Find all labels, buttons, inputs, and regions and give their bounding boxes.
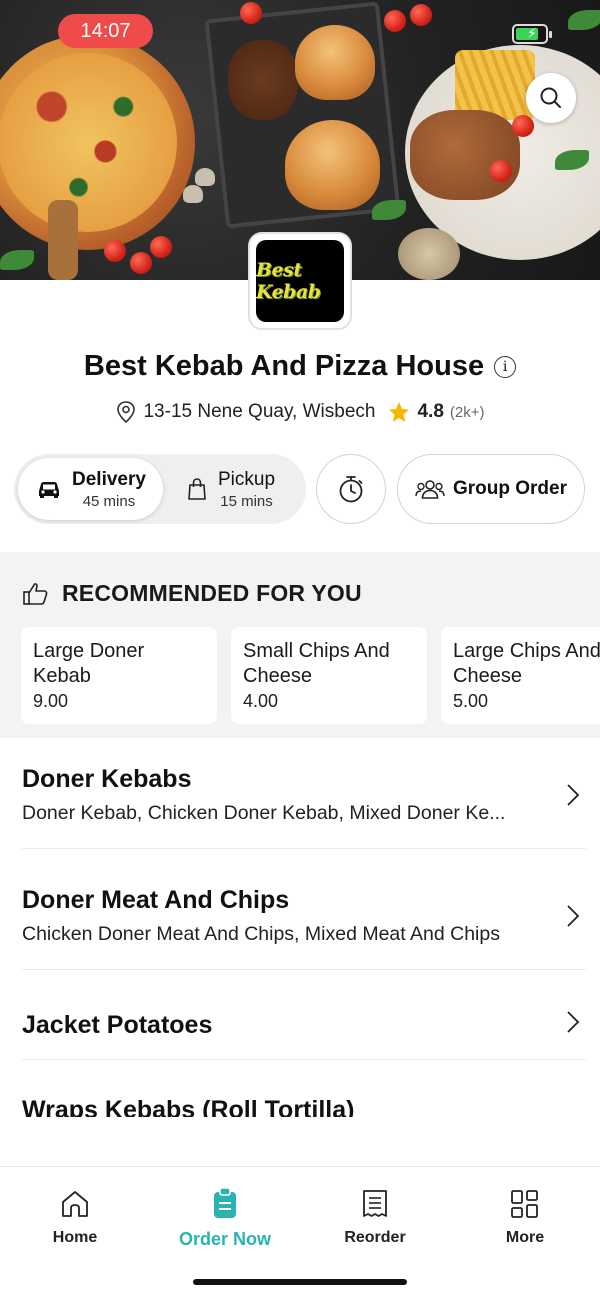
recommended-item-price: 9.00	[33, 691, 69, 711]
delivery-time: 45 mins	[82, 492, 136, 510]
group-order-label: Group Order	[452, 478, 567, 499]
delivery-label: Delivery	[72, 468, 146, 490]
recommended-card[interactable]: Large Chips And Cheese 5.00	[441, 627, 600, 724]
chevron-right-icon	[567, 905, 580, 927]
car-icon	[39, 482, 59, 498]
recommended-header: RECOMMENDED FOR YOU	[22, 580, 362, 607]
tomato-illustration	[410, 4, 432, 26]
category-name: Jacket Potatoes	[22, 1011, 213, 1039]
category-row[interactable]: Jacket Potatoes	[22, 1011, 586, 1060]
recommended-item-price: 5.00	[453, 691, 489, 711]
tomato-illustration	[512, 115, 534, 137]
category-name: Wraps Kebabs (Roll Tortilla)	[22, 1096, 355, 1117]
pizza-illustration	[0, 35, 195, 250]
restaurant-name: Best Kebab And Pizza House	[83, 350, 485, 382]
category-items: Doner Kebab, Chicken Doner Kebab, Mixed …	[22, 802, 506, 824]
bowl-illustration	[398, 228, 460, 280]
recommended-card[interactable]: Large Doner Kebab 9.00	[21, 627, 217, 724]
herb-illustration	[0, 250, 34, 270]
nav-home[interactable]: Home	[0, 1189, 150, 1247]
thumbs-up-icon	[23, 582, 48, 605]
category-items: Chicken Doner Meat And Chips, Mixed Meat…	[22, 923, 500, 945]
patty-illustration	[228, 40, 298, 120]
mushroom-illustration	[195, 168, 215, 186]
receipt-icon	[363, 1190, 387, 1217]
star-icon	[389, 402, 410, 422]
rating-value: 4.8	[417, 401, 444, 422]
tomato-illustration	[130, 252, 152, 274]
category-row[interactable]: Wraps Kebabs (Roll Tortilla)	[22, 1096, 586, 1117]
nav-more-label: More	[505, 1229, 545, 1246]
schedule-button[interactable]	[316, 454, 386, 524]
grid-icon	[511, 1190, 538, 1218]
status-time: 14:07	[58, 14, 153, 48]
nav-more[interactable]: More	[450, 1189, 600, 1247]
burger-illustration	[295, 25, 375, 100]
tomato-illustration	[384, 10, 406, 32]
recommended-card[interactable]: Small Chips And Cheese 4.00	[231, 627, 427, 724]
order-type-toggle: Delivery 45 mins Pickup 15 mins	[14, 454, 306, 524]
battery-icon: ⚡	[512, 24, 552, 44]
recommended-item-name: Large Doner Kebab	[33, 640, 145, 687]
category-name: Doner Kebabs	[22, 765, 192, 793]
tomato-illustration	[240, 2, 262, 24]
info-icon[interactable]: i	[494, 355, 517, 378]
recommended-item-name: Large Chips And Cheese	[453, 640, 600, 687]
recommended-title: RECOMMENDED FOR YOU	[62, 580, 362, 606]
pizza-board-illustration	[48, 200, 78, 280]
delivery-option[interactable]: Delivery 45 mins	[18, 458, 163, 520]
recommended-item-name: Small Chips And Cheese	[243, 640, 390, 687]
chevron-right-icon	[567, 1011, 580, 1033]
nav-reorder-label: Reorder	[344, 1229, 406, 1246]
chevron-right-icon	[567, 784, 580, 806]
nav-home-label: Home	[52, 1229, 98, 1246]
restaurant-meta: 13-15 Nene Quay, Wisbech 4.8 (2k+)	[0, 400, 600, 424]
group-order-button[interactable]: Group Order	[397, 454, 585, 524]
location-pin-icon	[117, 401, 136, 424]
herb-illustration	[568, 10, 600, 30]
group-icon	[415, 480, 445, 499]
pickup-option[interactable]: Pickup 15 mins	[170, 458, 302, 520]
restaurant-header: Best Kebab And Pizza House i	[0, 350, 600, 383]
tomato-illustration	[490, 160, 512, 182]
home-icon	[62, 1191, 88, 1217]
category-row[interactable]: Doner Meat And Chips Chicken Doner Meat …	[22, 886, 586, 970]
category-name: Doner Meat And Chips	[22, 886, 290, 914]
pickup-label: Pickup	[218, 468, 276, 490]
tomato-illustration	[104, 240, 126, 262]
home-indicator	[193, 1279, 407, 1285]
kebab-meat-illustration	[410, 110, 520, 200]
stopwatch-icon	[339, 476, 363, 503]
restaurant-logo: Best Kebab	[248, 232, 352, 330]
herb-illustration	[372, 200, 406, 220]
mushroom-illustration	[183, 185, 203, 203]
rating-count: (2k+)	[449, 403, 485, 421]
recommended-section: RECOMMENDED FOR YOU Large Doner Kebab 9.…	[0, 552, 600, 738]
nav-order-now-label: Order Now	[178, 1229, 271, 1249]
order-icon	[214, 1187, 236, 1218]
recommended-item-price: 4.00	[243, 691, 279, 711]
search-button[interactable]	[526, 73, 576, 123]
logo-wordmark: Best Kebab	[256, 259, 321, 303]
pickup-time: 15 mins	[220, 492, 273, 510]
nav-reorder[interactable]: Reorder	[300, 1189, 450, 1247]
restaurant-address: 13-15 Nene Quay, Wisbech	[143, 401, 376, 422]
search-icon	[540, 87, 561, 108]
nav-order-now[interactable]: Order Now	[150, 1187, 300, 1250]
burger-illustration	[285, 120, 380, 210]
tomato-illustration	[150, 236, 172, 258]
shopping-bag-icon	[188, 478, 206, 500]
category-row[interactable]: Doner Kebabs Doner Kebab, Chicken Doner …	[22, 765, 586, 849]
